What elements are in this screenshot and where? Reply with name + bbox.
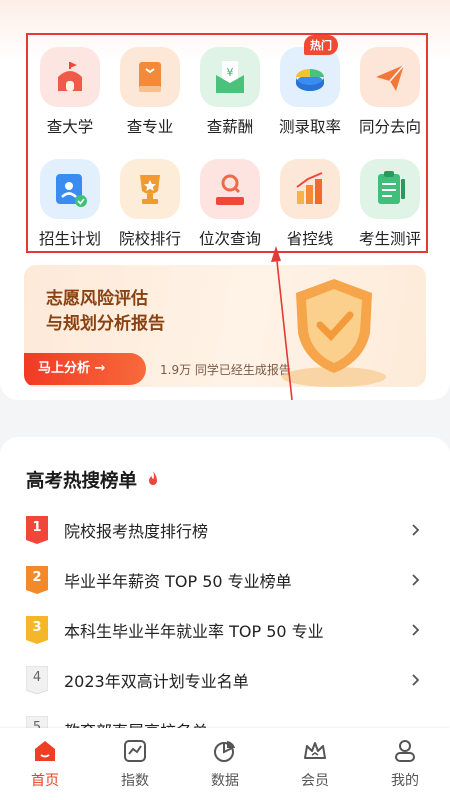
hot-item-text: 毕业半年薪资 TOP 50 专业榜单 [64,572,292,591]
pie-chart-icon [280,47,340,107]
hot-list-item[interactable]: 4 2023年双高计划专业名单 [26,655,426,705]
chevron-right-icon [412,624,420,636]
rank-number: 2 [32,570,42,585]
hot-badge: 热门 [304,35,338,55]
grid-item-rank-query[interactable]: 位次查询 [190,147,270,257]
index-chart-icon [124,740,146,762]
hot-item-text: 2023年双高计划专业名单 [64,672,249,691]
risk-report-banner[interactable]: 志愿风险评估 与规划分析报告 马上分析 → 1.9万 同学已经生成报告 [24,265,426,387]
crown-icon [304,742,326,759]
data-pie-icon [214,741,235,762]
hot-list-title: 高考热搜榜单 [26,471,138,492]
profile-icon [395,740,415,762]
nav-label: 指数 [121,773,149,789]
nav-label: 会员 [301,773,329,789]
grid-item-assessment[interactable]: 考生测评 [350,147,430,257]
salary-envelope-icon: ¥ [200,47,260,107]
chevron-right-icon [412,524,420,536]
nav-index[interactable]: 指数 [90,728,180,800]
rank-number: 3 [32,620,42,635]
hot-search-section: 高考热搜榜单 1 院校报考热度排行榜 2 毕业半年薪资 TOP 50 专业榜单 … [0,437,450,744]
grid-label: 位次查询 [198,230,261,248]
student-card-icon [40,159,100,219]
nav-label: 我的 [391,773,419,789]
grid-item-admission-rate[interactable]: 热门 测录取率 [270,35,350,145]
grid-item-salary[interactable]: ¥ 查薪酬 [190,35,270,145]
nav-label: 数据 [211,773,239,789]
grid-item-same-score[interactable]: 同分去向 [350,35,430,145]
book-icon [120,47,180,107]
feature-grid: 查大学 查专业 ¥ 查薪酬 热门 测录取率 同分去向 招生计划 院校排行 位次查… [26,33,428,253]
grid-item-major[interactable]: 查专业 [110,35,190,145]
search-podium-icon [200,159,260,219]
nav-member[interactable]: 会员 [270,728,360,800]
banner-title-line1: 志愿风险评估 [46,289,148,309]
grid-label: 测录取率 [278,118,341,136]
grid-item-ranking[interactable]: 院校排行 [110,147,190,257]
analyze-now-button[interactable]: 马上分析 → [24,353,146,385]
nav-label: 首页 [31,773,59,789]
bottom-nav: 首页 指数 数据 会员 我的 [0,728,450,800]
grid-label: 考生测评 [358,230,421,248]
grid-item-province-line[interactable]: 省控线 [270,147,350,257]
hot-list-item[interactable]: 3 本科生毕业半年就业率 TOP 50 专业 [26,605,426,655]
banner-title-line2: 与规划分析报告 [46,314,165,334]
chevron-right-icon [412,674,420,686]
grid-item-university[interactable]: 查大学 [30,35,110,145]
svg-text:¥: ¥ [227,66,234,79]
chevron-right-icon [412,574,420,586]
grid-label: 同分去向 [358,118,421,136]
hot-item-text: 本科生毕业半年就业率 TOP 50 专业 [64,622,324,641]
grid-label: 查专业 [126,118,174,136]
clipboard-icon [360,159,420,219]
grid-label: 查大学 [46,118,94,136]
nav-data[interactable]: 数据 [180,728,270,800]
hot-list-item[interactable]: 2 毕业半年薪资 TOP 50 专业榜单 [26,555,426,605]
hot-item-text: 院校报考热度排行榜 [64,522,209,541]
rank-number: 1 [32,520,42,535]
grid-label: 院校排行 [118,230,181,248]
banner-title: 志愿风险评估 与规划分析报告 [46,287,246,337]
grid-item-enroll-plan[interactable]: 招生计划 [30,147,110,257]
flame-icon [149,471,157,485]
shield-check-icon [282,279,386,387]
university-icon [40,47,100,107]
trend-bar-icon [280,159,340,219]
trophy-icon [120,159,180,219]
nav-profile[interactable]: 我的 [360,728,450,800]
paper-plane-icon [360,47,420,107]
hot-list-item[interactable]: 1 院校报考热度排行榜 [26,505,426,555]
grid-label: 省控线 [286,230,334,248]
nav-home[interactable]: 首页 [0,728,90,800]
home-icon [35,741,55,761]
grid-label: 查薪酬 [206,118,254,136]
rank-number: 4 [32,670,42,685]
grid-label: 招生计划 [38,230,101,248]
